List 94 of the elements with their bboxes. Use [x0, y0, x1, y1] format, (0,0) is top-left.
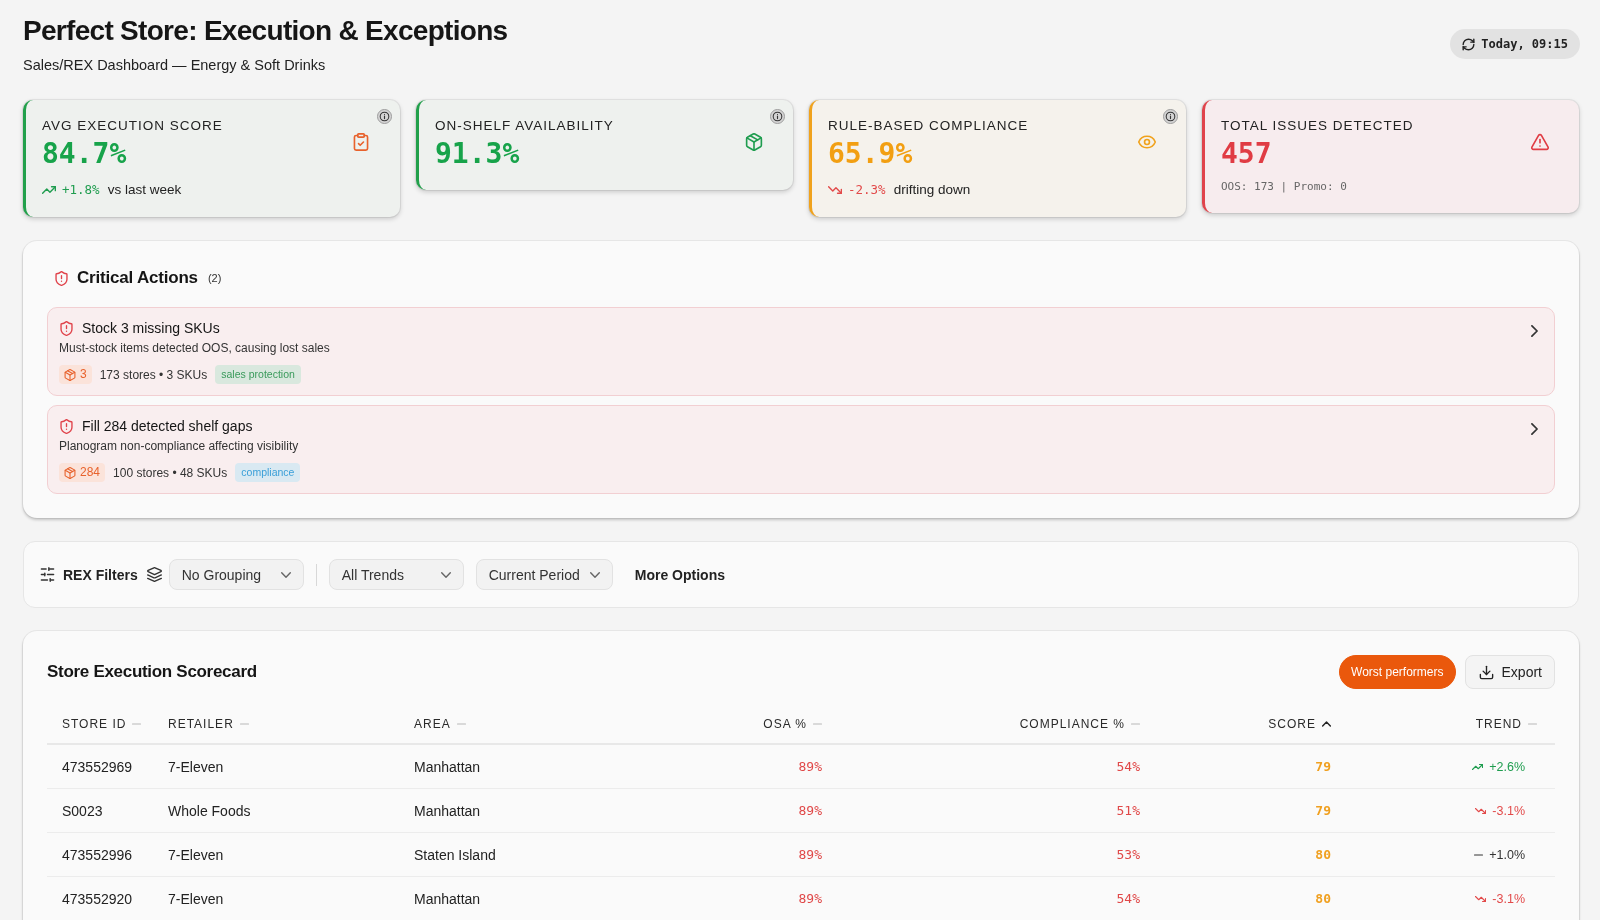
column-header[interactable]: RETAILER — [153, 717, 249, 731]
action-title: Fill 284 detected shelf gaps — [82, 417, 253, 435]
kpi-label: RULE-BASED COMPLIANCE — [828, 118, 1030, 134]
chevron-down-icon — [280, 571, 291, 578]
chevron-right-icon — [1531, 423, 1538, 435]
eye-icon — [1138, 133, 1156, 151]
kpi-label: AVG EXECUTION SCORE — [42, 118, 224, 134]
score-value: 79 — [1315, 759, 1331, 774]
issue-count: 284 — [80, 465, 101, 480]
kpi-label: TOTAL ISSUES DETECTED — [1221, 118, 1415, 134]
column-header[interactable]: TREND — [1475, 717, 1555, 731]
export-button[interactable]: Export — [1464, 655, 1555, 689]
more-options-button[interactable]: More Options — [634, 566, 725, 583]
filter-label: REX Filters — [63, 566, 138, 583]
action-scope: 100 stores • 48 SKUs — [113, 465, 228, 480]
package-icon — [745, 133, 763, 151]
page-subtitle: Sales/REX Dashboard — Energy & Soft Drinks — [23, 56, 327, 74]
delta-value: -2.3% — [848, 181, 886, 198]
action-description: Must-stock items detected OOS, causing lost sales — [59, 341, 331, 356]
info-icon[interactable] — [1163, 109, 1178, 124]
filter-dropdown[interactable]: No Grouping — [168, 559, 304, 590]
retailer-name: 7-Eleven — [168, 758, 224, 775]
kpi-value: 65.9% — [828, 137, 914, 171]
kpi-value: 457 — [1221, 137, 1273, 171]
page-title: Perfect Store: Execution & Exceptions — [23, 14, 508, 48]
warning-triangle-icon — [1531, 133, 1549, 151]
kpi-value: 84.7% — [42, 137, 128, 171]
shield-alert-icon — [59, 418, 74, 434]
refresh-icon — [1462, 37, 1476, 51]
store-id: 473552969 — [62, 758, 133, 775]
category-tag: sales protection — [215, 365, 301, 384]
trend-value: -3.1% — [1492, 803, 1525, 818]
action-scope: 173 stores • 3 SKUs — [99, 367, 208, 382]
area-name: Staten Island — [414, 846, 496, 863]
delta-caption: vs last week — [107, 181, 182, 198]
chevron-down-icon — [440, 571, 451, 578]
osa-value: 89% — [798, 847, 822, 862]
store-id: 473552996 — [62, 846, 133, 863]
action-card[interactable]: Stock 3 missing SKUs Must-stock items detected OOS, causing lost sales 3 173 stores • 3 SKUs sales protection — [47, 307, 1555, 396]
column-header[interactable]: STORE ID — [47, 717, 142, 731]
layers-icon — [146, 567, 162, 582]
package-icon — [64, 466, 76, 479]
package-icon — [64, 368, 76, 381]
kpi-value: 91.3% — [435, 137, 521, 171]
issue-count: 3 — [80, 367, 87, 382]
retailer-name: Whole Foods — [168, 802, 251, 819]
shield-alert-icon — [59, 320, 74, 336]
action-description: Planogram non-compliance affecting visibility — [59, 439, 300, 454]
info-icon[interactable] — [377, 109, 392, 124]
delta-value: +1.8% — [62, 181, 100, 198]
filter-dropdown[interactable]: Current Period — [475, 559, 613, 590]
section-title: Critical Actions — [77, 268, 198, 288]
column-header[interactable]: OSA % — [763, 717, 837, 731]
issue-breakdown: OOS: 173 | Promo: 0 — [1221, 180, 1348, 194]
retailer-name: 7-Eleven — [168, 890, 224, 907]
chevron-down-icon — [589, 571, 600, 578]
delta-caption: drifting down — [893, 181, 971, 198]
store-id: S0023 — [62, 802, 103, 819]
info-icon[interactable] — [770, 109, 785, 124]
worst-performers-toggle[interactable]: Worst performers — [1339, 655, 1456, 689]
download-icon — [1478, 664, 1494, 680]
column-header[interactable]: SCORE — [1268, 717, 1346, 731]
filter-dropdown[interactable]: All Trends — [328, 559, 464, 590]
area-name: Manhattan — [414, 890, 481, 907]
column-header[interactable]: COMPLIANCE % — [1019, 717, 1155, 731]
compliance-value: 53% — [1116, 847, 1140, 862]
kpi-label: ON-SHELF AVAILABILITY — [435, 118, 615, 134]
refresh-button[interactable]: Today, 09:15 — [1450, 29, 1580, 59]
column-header[interactable]: AREA — [399, 717, 466, 731]
score-value: 80 — [1315, 847, 1331, 862]
osa-value: 89% — [798, 803, 822, 818]
retailer-name: 7-Eleven — [168, 846, 224, 863]
chevron-right-icon — [1531, 325, 1538, 337]
trend-value: -3.1% — [1492, 891, 1525, 906]
score-value: 79 — [1315, 803, 1331, 818]
area-name: Manhattan — [414, 802, 481, 819]
action-card[interactable]: Fill 284 detected shelf gaps Planogram non-compliance affecting visibility 284 100 stores • 48 SKUs compliance — [47, 405, 1555, 494]
compliance-value: 54% — [1116, 891, 1140, 906]
compliance-value: 51% — [1116, 803, 1140, 818]
compliance-value: 54% — [1116, 759, 1140, 774]
category-tag: compliance — [235, 463, 301, 482]
trend-value: +2.6% — [1489, 759, 1525, 774]
shield-alert-icon — [54, 270, 69, 286]
score-value: 80 — [1315, 891, 1331, 906]
area-name: Manhattan — [414, 758, 481, 775]
sliders-icon — [40, 567, 55, 582]
osa-value: 89% — [798, 759, 822, 774]
action-title: Stock 3 missing SKUs — [82, 319, 220, 337]
trend-value: +1.0% — [1489, 847, 1525, 862]
store-id: 473552920 — [62, 890, 133, 907]
clipboard-check-icon — [352, 133, 370, 151]
action-count: (2) — [207, 272, 222, 284]
osa-value: 89% — [798, 891, 822, 906]
section-title: Store Execution Scorecard — [47, 662, 258, 682]
